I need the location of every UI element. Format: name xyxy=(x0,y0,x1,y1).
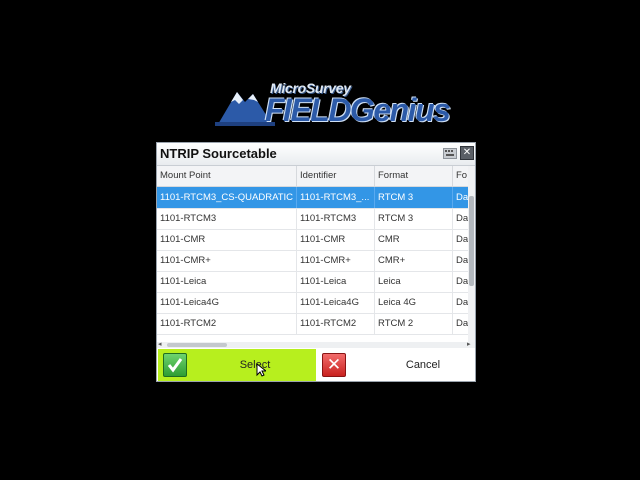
ntrip-sourcetable-dialog: NTRIP Sourcetable ✕ Mount Point Identifi… xyxy=(156,142,476,382)
cancel-x-icon: ✕ xyxy=(322,353,346,377)
cell-identifier: 1101-RTCM3 xyxy=(297,208,375,229)
cell-identifier: 1101-Leica4G xyxy=(297,292,375,313)
cell-mount-point: 1101-RTCM3 xyxy=(157,208,297,229)
cell-mount-point: 1101-CMR xyxy=(157,229,297,250)
column-header-format-details[interactable]: Fo xyxy=(453,166,468,186)
fieldgenius-logo: MicroSurvey FIELDGenius xyxy=(215,78,451,130)
scroll-left-arrow-icon[interactable]: ◂ xyxy=(158,340,162,348)
keyboard-icon[interactable] xyxy=(443,148,457,159)
select-button[interactable]: Select xyxy=(158,349,316,381)
cell-identifier: 1101-RTCM2 xyxy=(297,313,375,334)
table-row[interactable]: 1101-RTCM3 1101-RTCM3 RTCM 3 Da xyxy=(157,208,468,230)
cell-format: Leica xyxy=(375,271,453,292)
cell-identifier: 1101-CMR xyxy=(297,229,375,250)
cell-format: CMR+ xyxy=(375,250,453,271)
cancel-button[interactable]: ✕ Cancel xyxy=(318,349,475,381)
column-header-identifier[interactable]: Identifier xyxy=(297,166,375,186)
horizontal-scrollbar[interactable]: ◂ ▸ xyxy=(157,340,475,348)
cell-format-details: Da xyxy=(453,271,468,292)
cell-format: CMR xyxy=(375,229,453,250)
cell-format: RTCM 3 xyxy=(375,208,453,229)
cell-mount-point: 1101-RTCM3_CS-QUADRATIC xyxy=(157,187,297,208)
cell-format-details: Da xyxy=(453,208,468,229)
cell-format: Leica 4G xyxy=(375,292,453,313)
dialog-title: NTRIP Sourcetable xyxy=(160,146,277,161)
cell-identifier: 1101-RTCM3_... xyxy=(297,187,375,208)
cell-mount-point: 1101-RTCM2 xyxy=(157,313,297,334)
cell-format-details: Da xyxy=(453,187,468,208)
column-header-format[interactable]: Format xyxy=(375,166,453,186)
cell-mount-point: 1101-Leica xyxy=(157,271,297,292)
dialog-titlebar: NTRIP Sourcetable ✕ xyxy=(157,143,475,166)
cell-mount-point: 1101-Leica4G xyxy=(157,292,297,313)
cell-format: RTCM 2 xyxy=(375,313,453,334)
cell-identifier: 1101-CMR+ xyxy=(297,250,375,271)
cell-format-details: Da xyxy=(453,229,468,250)
cancel-button-label: Cancel xyxy=(405,359,441,371)
horizontal-scrollbar-thumb[interactable] xyxy=(167,343,227,347)
cell-format-details: Da xyxy=(453,313,468,334)
sourcetable-grid[interactable]: Mount Point Identifier Format Fo 1101-RT… xyxy=(157,166,468,342)
logo-fieldgenius-text: FIELDGenius xyxy=(265,92,451,128)
table-row[interactable]: 1101-CMR+ 1101-CMR+ CMR+ Da xyxy=(157,250,468,272)
cell-format: RTCM 3 xyxy=(375,187,453,208)
column-header-mount-point[interactable]: Mount Point xyxy=(157,166,297,186)
table-header: Mount Point Identifier Format Fo xyxy=(157,166,468,187)
table-row[interactable]: 1101-Leica4G 1101-Leica4G Leica 4G Da xyxy=(157,292,468,314)
cell-identifier: 1101-Leica xyxy=(297,271,375,292)
close-icon[interactable]: ✕ xyxy=(460,146,474,160)
table-row[interactable]: 1101-RTCM3_CS-QUADRATIC 1101-RTCM3_... R… xyxy=(157,187,468,209)
cell-format-details: Da xyxy=(453,250,468,271)
cell-format-details: Da xyxy=(453,292,468,313)
cell-mount-point: 1101-CMR+ xyxy=(157,250,297,271)
mouse-cursor-icon xyxy=(256,363,266,377)
table-row[interactable]: 1101-RTCM2 1101-RTCM2 RTCM 2 Da xyxy=(157,313,468,335)
vertical-scrollbar[interactable] xyxy=(468,166,475,342)
table-row[interactable]: 1101-CMR 1101-CMR CMR Da xyxy=(157,229,468,251)
vertical-scrollbar-thumb[interactable] xyxy=(469,196,474,286)
scroll-right-arrow-icon[interactable]: ▸ xyxy=(467,340,471,348)
table-row[interactable]: 1101-Leica 1101-Leica Leica Da xyxy=(157,271,468,293)
